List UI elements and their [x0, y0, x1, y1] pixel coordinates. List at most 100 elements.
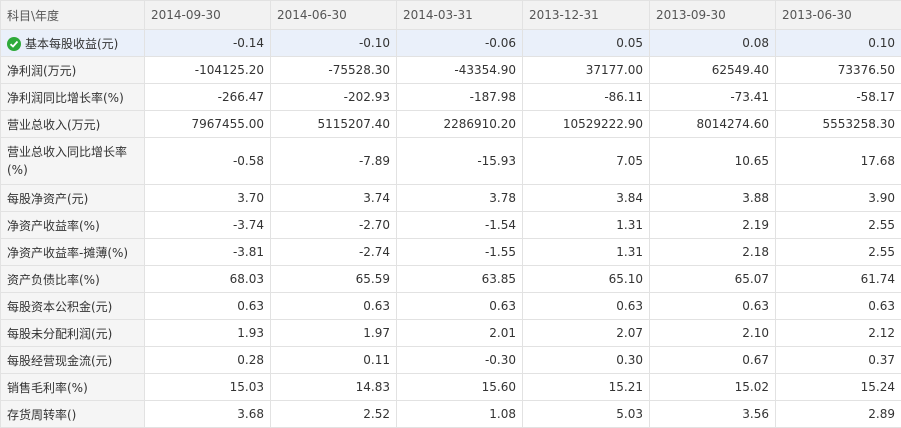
period-header[interactable]: 2013-06-30	[776, 1, 901, 30]
table-cell: 15.21	[523, 374, 650, 401]
table-row[interactable]: 资产负债比率(%) 68.03 65.59 63.85 65.10 65.07 …	[1, 266, 901, 293]
table-cell: 65.10	[523, 266, 650, 293]
table-row[interactable]: 净利润同比增长率(%) -266.47 -202.93 -187.98 -86.…	[1, 84, 901, 111]
table-cell: 3.78	[397, 185, 523, 212]
table-row[interactable]: 每股资本公积金(元) 0.63 0.63 0.63 0.63 0.63 0.63	[1, 293, 901, 320]
table-row[interactable]: 存货周转率() 3.68 2.52 1.08 5.03 3.56 2.89	[1, 401, 901, 428]
row-label: 净资产收益率-摊薄(%)	[1, 239, 145, 266]
table-cell: 0.30	[523, 347, 650, 374]
table-cell: 1.93	[145, 320, 271, 347]
row-label: 存货周转率()	[1, 401, 145, 428]
table-cell: 3.90	[776, 185, 901, 212]
row-label: 每股经营现金流(元)	[1, 347, 145, 374]
table-cell: 2.18	[650, 239, 776, 266]
table-cell: -43354.90	[397, 57, 523, 84]
table-cell: 3.70	[145, 185, 271, 212]
table-cell: 73376.50	[776, 57, 901, 84]
check-circle-icon	[7, 37, 21, 51]
table-cell: -1.54	[397, 212, 523, 239]
table-cell: 2.19	[650, 212, 776, 239]
table-cell: 61.74	[776, 266, 901, 293]
period-header[interactable]: 2014-06-30	[271, 1, 397, 30]
row-label: 营业总收入同比增长率(%)	[1, 138, 145, 185]
row-label: 每股资本公积金(元)	[1, 293, 145, 320]
table-cell: 0.63	[523, 293, 650, 320]
table-cell: 0.63	[271, 293, 397, 320]
table-cell: -73.41	[650, 84, 776, 111]
table-cell: 2286910.20	[397, 111, 523, 138]
table-cell: -3.74	[145, 212, 271, 239]
period-header[interactable]: 2013-12-31	[523, 1, 650, 30]
table-row[interactable]: 销售毛利率(%) 15.03 14.83 15.60 15.21 15.02 1…	[1, 374, 901, 401]
row-label: 资产负债比率(%)	[1, 266, 145, 293]
table-cell: 2.07	[523, 320, 650, 347]
table-cell: 15.60	[397, 374, 523, 401]
table-cell: 17.68	[776, 138, 901, 185]
table-cell: 3.74	[271, 185, 397, 212]
table-cell: 2.55	[776, 212, 901, 239]
row-label-text: 基本每股收益(元)	[25, 37, 118, 51]
table-cell: -15.93	[397, 138, 523, 185]
row-label: 营业总收入(万元)	[1, 111, 145, 138]
table-cell: 2.89	[776, 401, 901, 428]
table-cell: -1.55	[397, 239, 523, 266]
table-cell: 10529222.90	[523, 111, 650, 138]
financial-indicators-table: 科目\年度 2014-09-30 2014-06-30 2014-03-31 2…	[0, 0, 901, 428]
table-cell: 3.56	[650, 401, 776, 428]
period-header[interactable]: 2013-09-30	[650, 1, 776, 30]
table-cell: 65.07	[650, 266, 776, 293]
table-cell: -266.47	[145, 84, 271, 111]
table-cell: -202.93	[271, 84, 397, 111]
table-cell: 1.31	[523, 239, 650, 266]
table-cell: 15.24	[776, 374, 901, 401]
table-cell: -86.11	[523, 84, 650, 111]
table-cell: 37177.00	[523, 57, 650, 84]
table-cell: 5.03	[523, 401, 650, 428]
table-cell: -187.98	[397, 84, 523, 111]
table-cell: 0.63	[145, 293, 271, 320]
table-row[interactable]: 基本每股收益(元) -0.14 -0.10 -0.06 0.05 0.08 0.…	[1, 30, 901, 57]
table-cell: 15.02	[650, 374, 776, 401]
table-cell: -75528.30	[271, 57, 397, 84]
table-cell: 3.88	[650, 185, 776, 212]
table-cell: 2.01	[397, 320, 523, 347]
table-cell: 10.65	[650, 138, 776, 185]
table-cell: -0.30	[397, 347, 523, 374]
table-cell: -104125.20	[145, 57, 271, 84]
table-row[interactable]: 净资产收益率-摊薄(%) -3.81 -2.74 -1.55 1.31 2.18…	[1, 239, 901, 266]
table-cell: 0.63	[397, 293, 523, 320]
table-cell: 14.83	[271, 374, 397, 401]
row-label: 净利润(万元)	[1, 57, 145, 84]
row-label: 每股净资产(元)	[1, 185, 145, 212]
table-cell: -7.89	[271, 138, 397, 185]
table-row[interactable]: 每股净资产(元) 3.70 3.74 3.78 3.84 3.88 3.90	[1, 185, 901, 212]
table-row[interactable]: 营业总收入同比增长率(%) -0.58 -7.89 -15.93 7.05 10…	[1, 138, 901, 185]
table-cell: 0.08	[650, 30, 776, 57]
table-cell: 0.11	[271, 347, 397, 374]
period-header[interactable]: 2014-03-31	[397, 1, 523, 30]
table-cell: 7.05	[523, 138, 650, 185]
table-cell: 1.08	[397, 401, 523, 428]
table-cell: 2.10	[650, 320, 776, 347]
table-row[interactable]: 净资产收益率(%) -3.74 -2.70 -1.54 1.31 2.19 2.…	[1, 212, 901, 239]
table-cell: 0.63	[650, 293, 776, 320]
period-header[interactable]: 2014-09-30	[145, 1, 271, 30]
table-row[interactable]: 净利润(万元) -104125.20 -75528.30 -43354.90 3…	[1, 57, 901, 84]
table-cell: 1.31	[523, 212, 650, 239]
row-label: 销售毛利率(%)	[1, 374, 145, 401]
table-cell: 3.84	[523, 185, 650, 212]
table-row[interactable]: 营业总收入(万元) 7967455.00 5115207.40 2286910.…	[1, 111, 901, 138]
table-cell: 8014274.60	[650, 111, 776, 138]
table-cell: 15.03	[145, 374, 271, 401]
table-cell: 65.59	[271, 266, 397, 293]
table-row[interactable]: 每股经营现金流(元) 0.28 0.11 -0.30 0.30 0.67 0.3…	[1, 347, 901, 374]
table-row[interactable]: 每股未分配利润(元) 1.93 1.97 2.01 2.07 2.10 2.12	[1, 320, 901, 347]
table-cell: -2.74	[271, 239, 397, 266]
table-cell: 5553258.30	[776, 111, 901, 138]
table-cell: 0.37	[776, 347, 901, 374]
table-cell: -0.14	[145, 30, 271, 57]
row-label: 基本每股收益(元)	[1, 30, 145, 57]
row-label: 每股未分配利润(元)	[1, 320, 145, 347]
table-cell: 0.67	[650, 347, 776, 374]
table-cell: -2.70	[271, 212, 397, 239]
